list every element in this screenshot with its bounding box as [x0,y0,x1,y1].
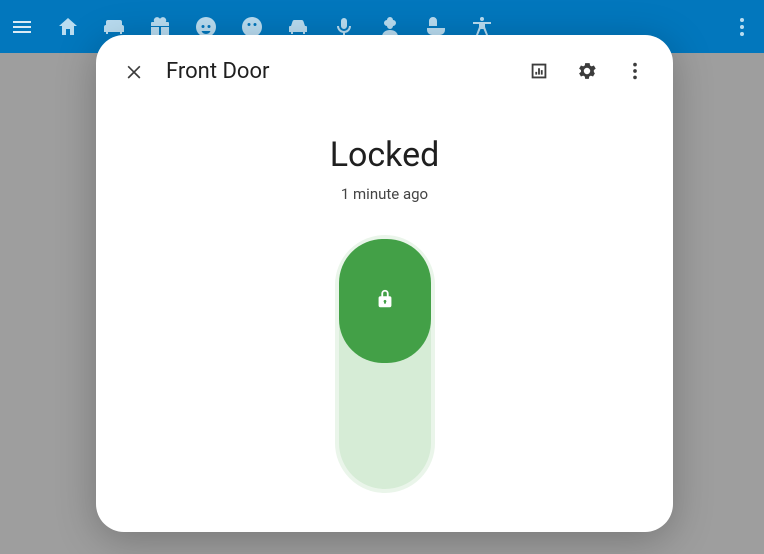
lock-icon [374,288,396,314]
lock-toggle-knob [339,239,431,363]
dialog-title: Front Door [166,59,269,84]
lock-details-dialog: Front Door Locked 1 minute ago [96,35,673,532]
menu-icon[interactable] [10,15,34,39]
dialog-more-icon[interactable] [621,57,649,85]
lock-toggle[interactable] [335,235,435,493]
lock-status-subtitle: 1 minute ago [341,185,428,203]
dialog-body: Locked 1 minute ago [96,107,673,532]
close-icon[interactable] [120,57,148,85]
house-icon[interactable] [56,15,80,39]
lock-status-title: Locked [330,135,440,175]
dialog-header: Front Door [96,35,673,107]
history-chart-icon[interactable] [525,57,553,85]
topbar-more-icon[interactable] [730,15,754,39]
settings-icon[interactable] [573,57,601,85]
